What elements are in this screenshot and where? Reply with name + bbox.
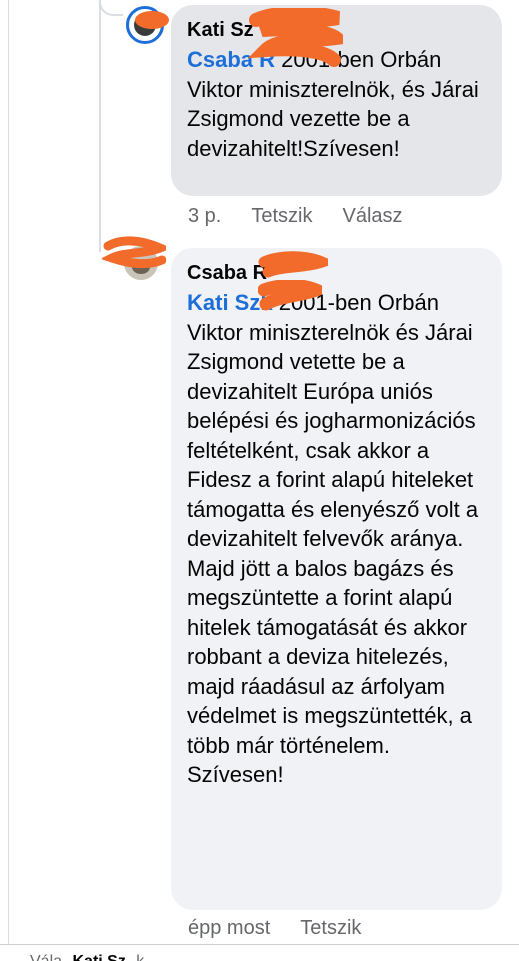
thread-line-vertical-2 xyxy=(8,0,9,944)
reply-button[interactable]: Válasz xyxy=(342,205,402,228)
thread-line-curve xyxy=(99,0,123,16)
reply-bar[interactable]: Vála Kati Sz k ... xyxy=(0,944,519,961)
comment-bubble: Csaba R Kati Szk 2001-ben Orbán Viktor m… xyxy=(171,248,502,910)
comment-body: 2001-ben Orbán Viktor miniszterelnök és … xyxy=(187,290,479,787)
comment-time[interactable]: épp most xyxy=(188,917,270,940)
like-button[interactable]: Tetszik xyxy=(251,205,312,228)
comment-author[interactable]: Csaba R xyxy=(187,260,486,286)
comment-bubble: Kati Sz Csaba R 2001-ben Orbán Viktor mi… xyxy=(171,5,502,196)
avatar[interactable] xyxy=(126,6,164,44)
comment-actions: épp most Tetszik xyxy=(188,917,361,940)
thread-line-vertical xyxy=(99,0,101,252)
comment-author[interactable]: Kati Sz xyxy=(187,17,486,43)
like-button[interactable]: Tetszik xyxy=(300,917,361,940)
comment-text: Kati Szk 2001-ben Orbán Viktor miniszter… xyxy=(187,288,486,790)
avatar[interactable] xyxy=(124,246,158,280)
comment-time[interactable]: 3 p. xyxy=(188,205,221,228)
mention-link[interactable]: Kati Sz xyxy=(187,290,260,315)
mention-link[interactable]: Csaba R xyxy=(187,47,275,72)
comment-actions: 3 p. Tetszik Válasz xyxy=(188,205,403,228)
mention-link-suffix[interactable]: k xyxy=(260,290,272,315)
comment-text: Csaba R 2001-ben Orbán Viktor minisztere… xyxy=(187,45,486,163)
